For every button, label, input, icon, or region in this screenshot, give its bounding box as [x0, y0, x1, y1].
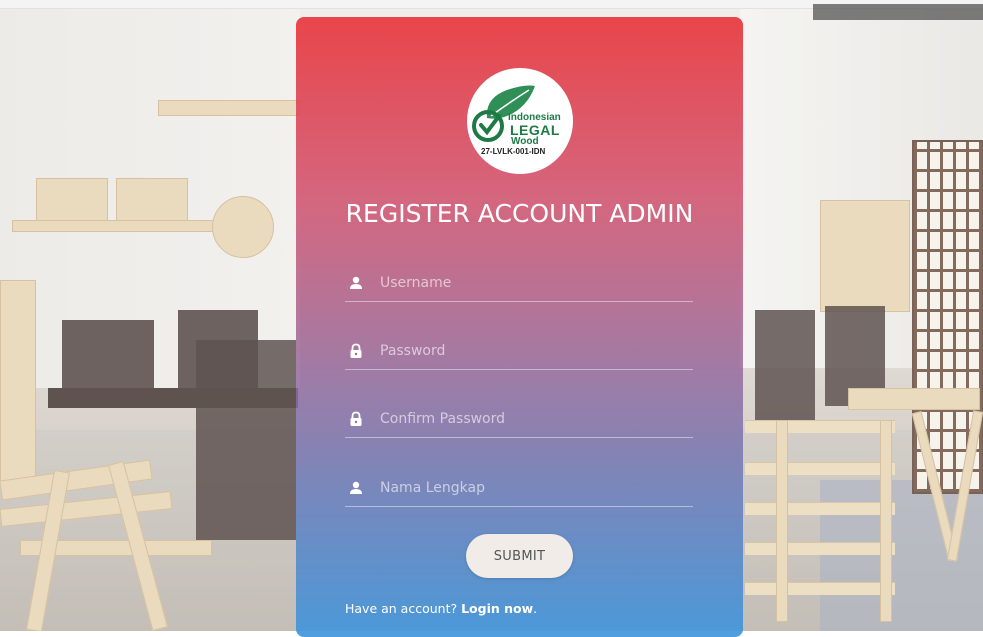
user-icon	[350, 481, 362, 494]
submit-button[interactable]: SUBMIT	[466, 534, 573, 578]
login-link[interactable]: Login now	[461, 601, 533, 616]
login-prompt: Have an account? Login now.	[345, 601, 537, 616]
full-name-field	[345, 470, 693, 507]
password-field	[345, 333, 693, 370]
page-title: REGISTER ACCOUNT ADMIN	[345, 199, 694, 228]
logo-text-wood: Wood	[511, 136, 539, 147]
logo-text-code: 27-LVLK-001-IDN	[481, 147, 546, 156]
full-name-input[interactable]	[378, 474, 692, 502]
register-card: Indonesian LEGAL Wood 27-LVLK-001-IDN RE…	[296, 17, 743, 637]
password-input[interactable]	[378, 337, 692, 365]
confirm-password-input[interactable]	[378, 405, 692, 433]
user-icon	[350, 276, 362, 289]
username-input[interactable]	[378, 269, 692, 297]
login-prompt-text: Have an account?	[345, 601, 458, 616]
login-prompt-period: .	[533, 601, 538, 616]
lock-icon	[350, 411, 362, 426]
lock-icon	[350, 343, 362, 358]
confirm-password-field	[345, 401, 693, 438]
username-field	[345, 265, 693, 302]
legal-wood-logo: Indonesian LEGAL Wood 27-LVLK-001-IDN	[467, 68, 573, 174]
